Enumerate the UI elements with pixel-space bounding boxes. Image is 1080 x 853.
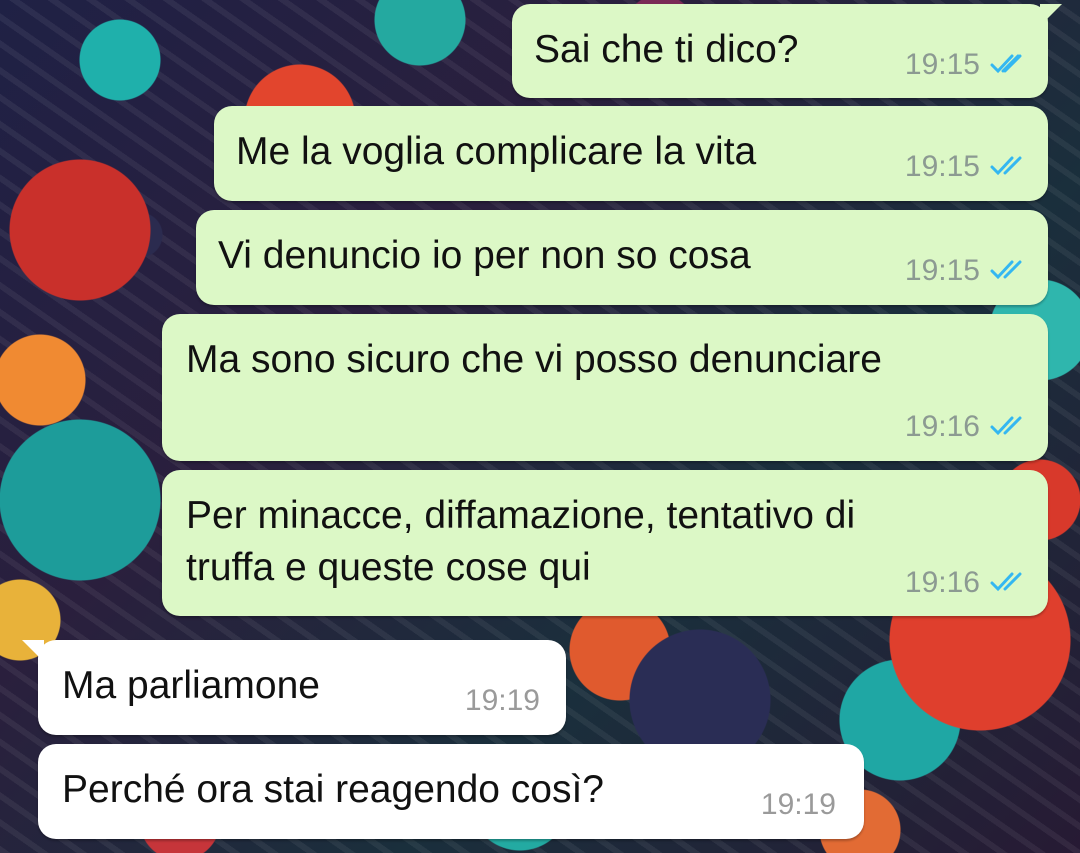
message-timestamp: 19:19 [760,788,836,821]
incoming-message[interactable]: Ma parliamone 19:19 [22,640,566,735]
double-check-read-icon [990,416,1022,436]
bubble-tail [22,640,44,662]
message-text-line-2: truffa e queste cose qui [186,546,591,589]
message-timestamp: 19:16 [905,410,1028,444]
message-timestamp: 19:16 [905,566,1028,600]
message-text: Me la voglia complicare la vita [236,130,757,173]
message-text: Sai che ti dico? [534,28,799,71]
outgoing-message[interactable]: Per minacce, diffamazione, tentativo di … [162,470,1048,616]
message-text: Ma sono sicuro che vi posso denunciare [186,338,882,381]
incoming-message[interactable]: Perché ora stai reagendo così? 19:19 [38,744,864,839]
bubble-tail [1040,4,1062,26]
message-timestamp: 19:15 [905,48,1028,82]
outgoing-message[interactable]: Sai che ti dico? 19:15 [512,4,1062,98]
message-text-line-1: Per minacce, diffamazione, tentativo di [186,494,856,537]
outgoing-message[interactable]: Me la voglia complicare la vita 19:15 [214,106,1048,201]
message-text: Perché ora stai reagendo così? [62,768,605,811]
outgoing-message[interactable]: Ma sono sicuro che vi posso denunciare 1… [162,314,1048,461]
message-timestamp: 19:19 [464,684,540,717]
double-check-read-icon [990,260,1022,280]
message-timestamp: 19:15 [905,254,1028,288]
double-check-read-icon [990,54,1022,74]
message-timestamp: 19:15 [905,150,1028,184]
double-check-read-icon [990,572,1022,592]
message-text: Ma parliamone [62,664,320,707]
message-text: Vi denuncio io per non so cosa [218,234,751,277]
double-check-read-icon [990,156,1022,176]
outgoing-message[interactable]: Vi denuncio io per non so cosa 19:15 [196,210,1048,305]
